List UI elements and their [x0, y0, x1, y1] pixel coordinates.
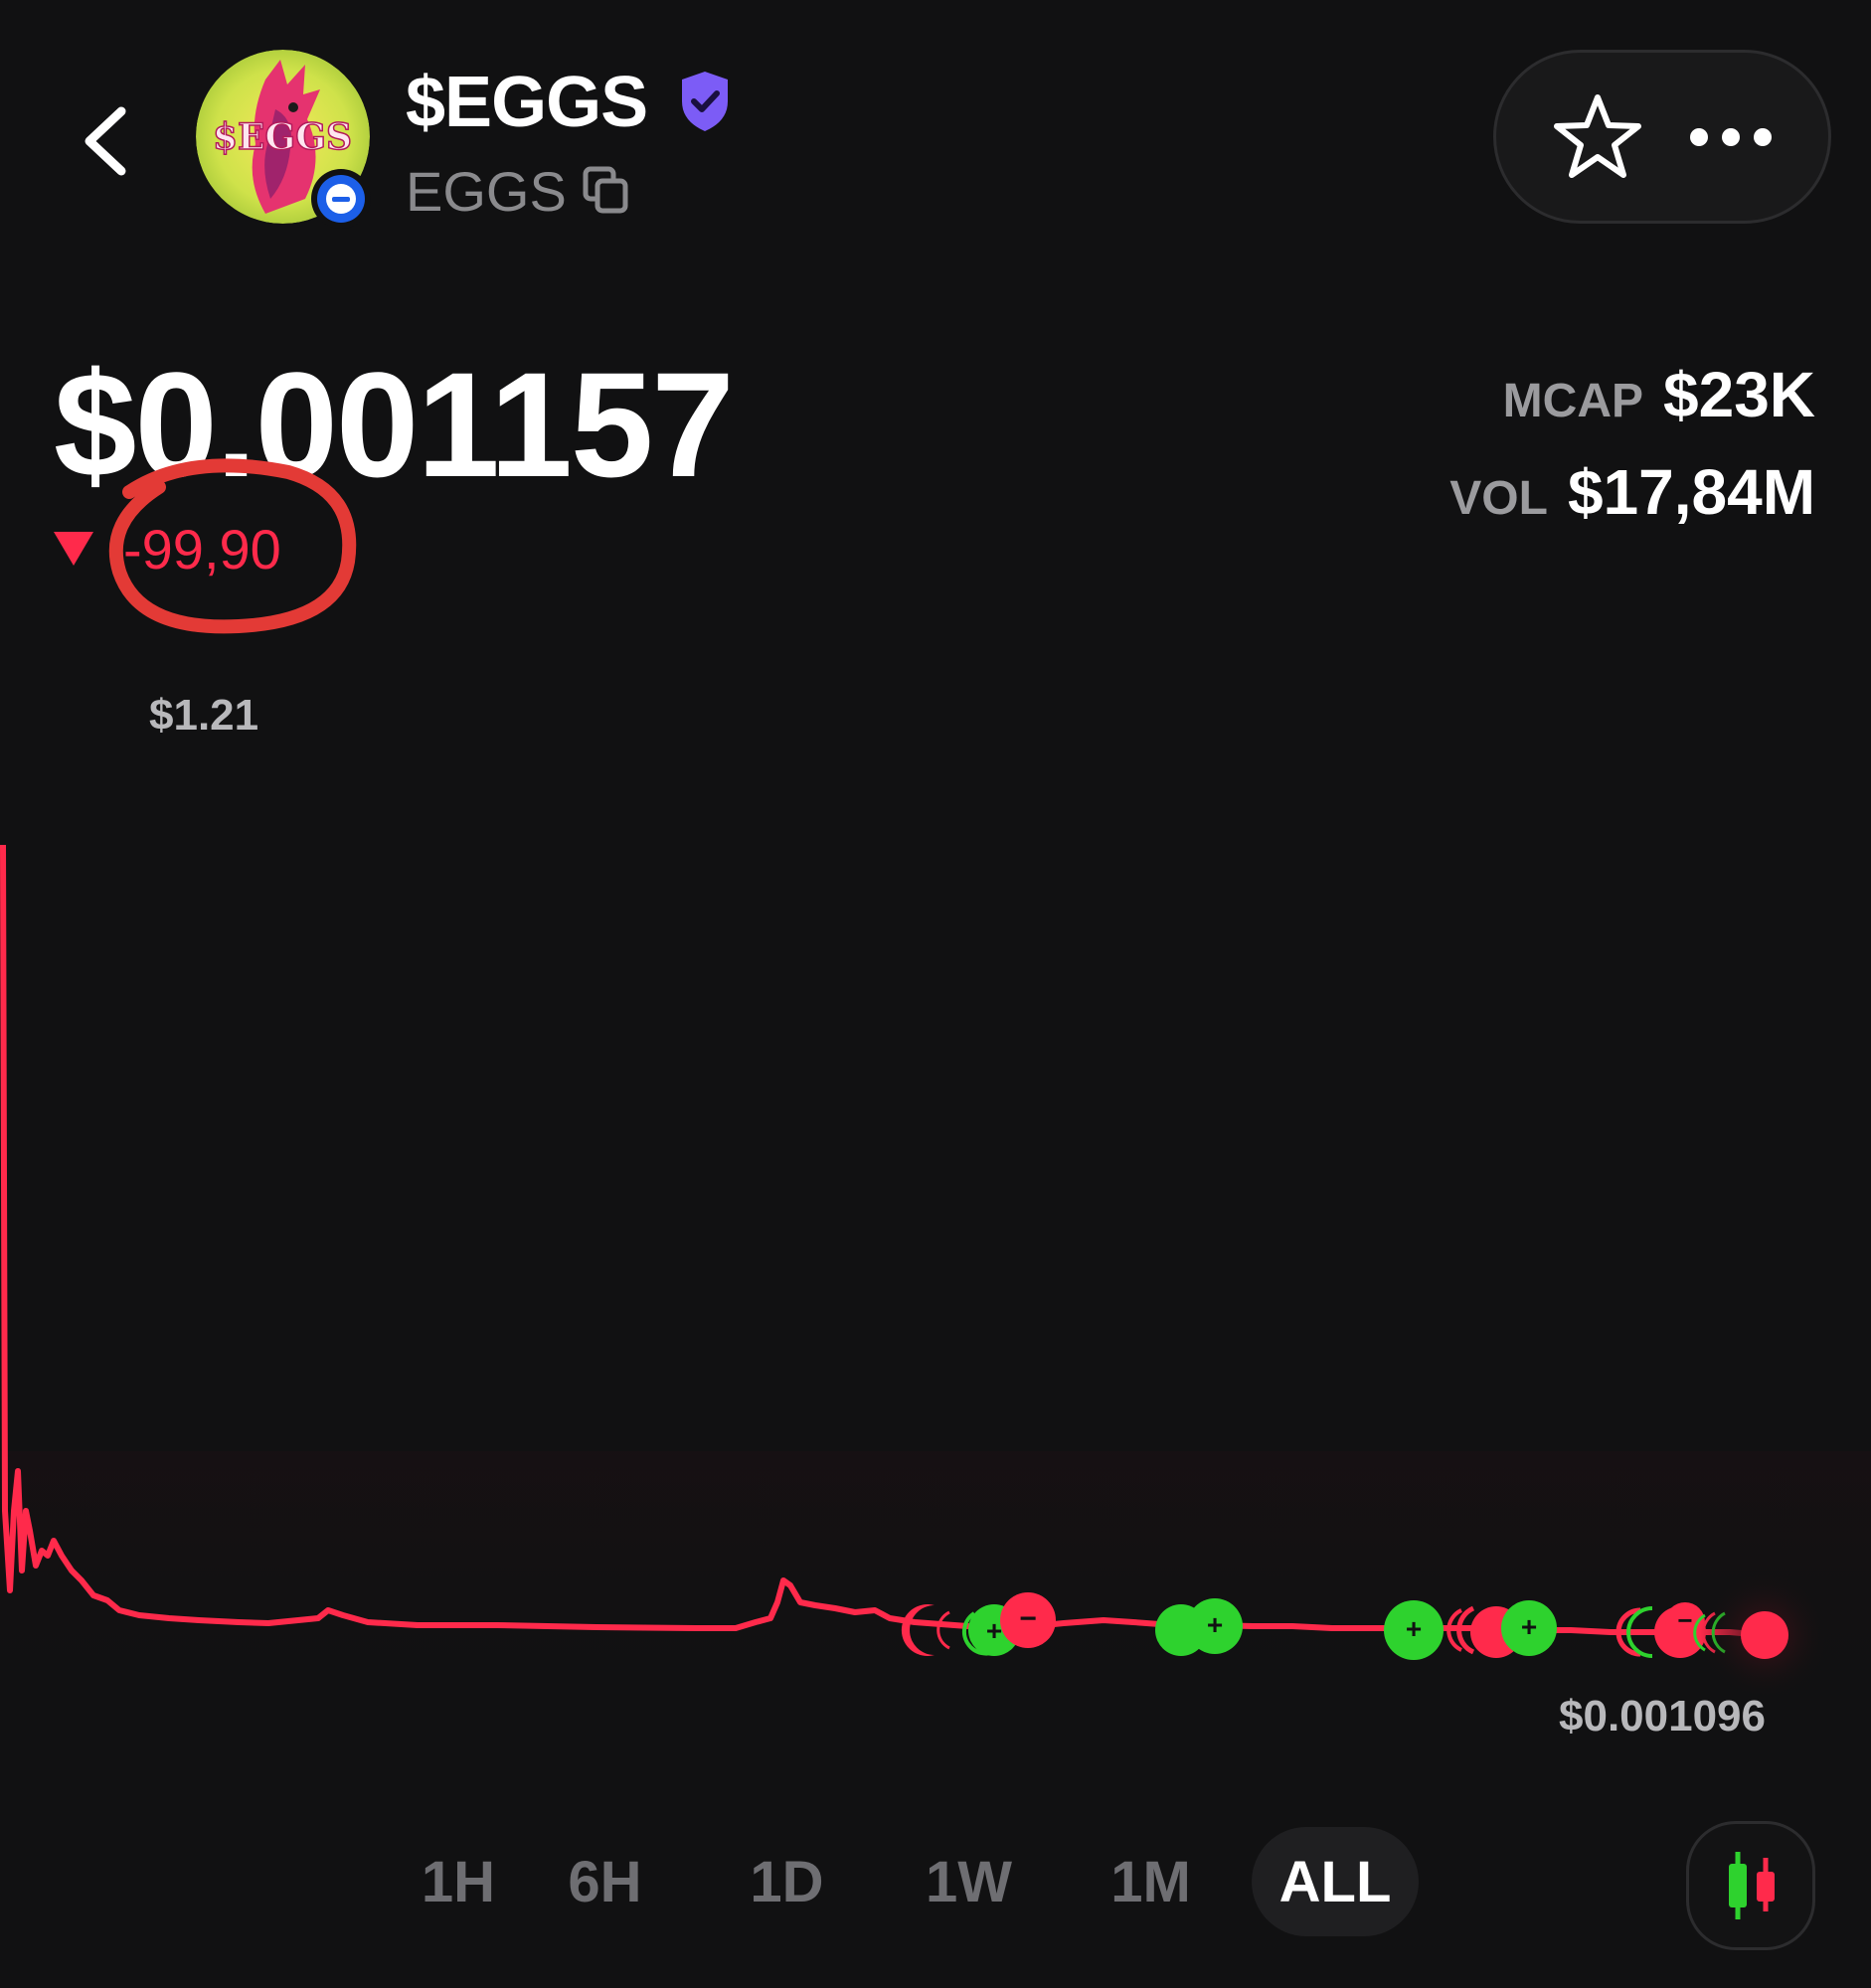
back-button[interactable]: [70, 89, 149, 189]
svg-text:+: +: [1521, 1611, 1537, 1642]
copy-icon[interactable]: [582, 165, 631, 217]
svg-text:+: +: [1207, 1609, 1223, 1640]
svg-text:+: +: [1406, 1613, 1422, 1644]
vol-label: VOL: [1449, 472, 1548, 525]
mcap-stat: MCAP $23K: [1503, 358, 1815, 431]
svg-text:−: −: [1677, 1605, 1692, 1635]
chain-badge-icon: [311, 169, 371, 229]
vol-value: $17,84M: [1567, 456, 1815, 528]
vol-stat: VOL $17,84M: [1449, 455, 1815, 529]
candlestick-icon: [1729, 1852, 1775, 1919]
star-icon: [1554, 94, 1641, 178]
token-name: $EGGS: [406, 63, 648, 142]
token-symbol: EGGS: [406, 160, 567, 223]
more-icon[interactable]: [1690, 117, 1772, 157]
range-1m[interactable]: 1M: [1060, 1827, 1242, 1936]
range-all[interactable]: ALL: [1252, 1827, 1419, 1936]
mcap-value: $23K: [1663, 359, 1815, 430]
candlestick-toggle-button[interactable]: [1686, 1821, 1815, 1950]
range-1d[interactable]: 1D: [696, 1827, 878, 1936]
verified-shield-icon: [678, 70, 732, 133]
time-range-selector: 1H 6H 1D 1W 1M ALL: [403, 1827, 1419, 1936]
back-arrow-icon: [85, 106, 126, 176]
price-chart[interactable]: + − + + + −: [0, 815, 1871, 1710]
chart-high-label: $1.21: [149, 691, 259, 740]
favorite-button[interactable]: [1551, 91, 1644, 181]
red-annotation-circle: [108, 458, 357, 634]
svg-text:−: −: [1019, 1602, 1037, 1635]
range-6h[interactable]: 6H: [514, 1827, 696, 1936]
avatar-text: $EGGS: [213, 116, 352, 158]
range-1h[interactable]: 1H: [403, 1827, 514, 1936]
down-arrow-icon: [54, 532, 93, 566]
mcap-label: MCAP: [1502, 375, 1643, 427]
range-1w[interactable]: 1W: [878, 1827, 1060, 1936]
svg-text:+: +: [986, 1615, 1002, 1646]
action-pill: [1493, 50, 1831, 224]
